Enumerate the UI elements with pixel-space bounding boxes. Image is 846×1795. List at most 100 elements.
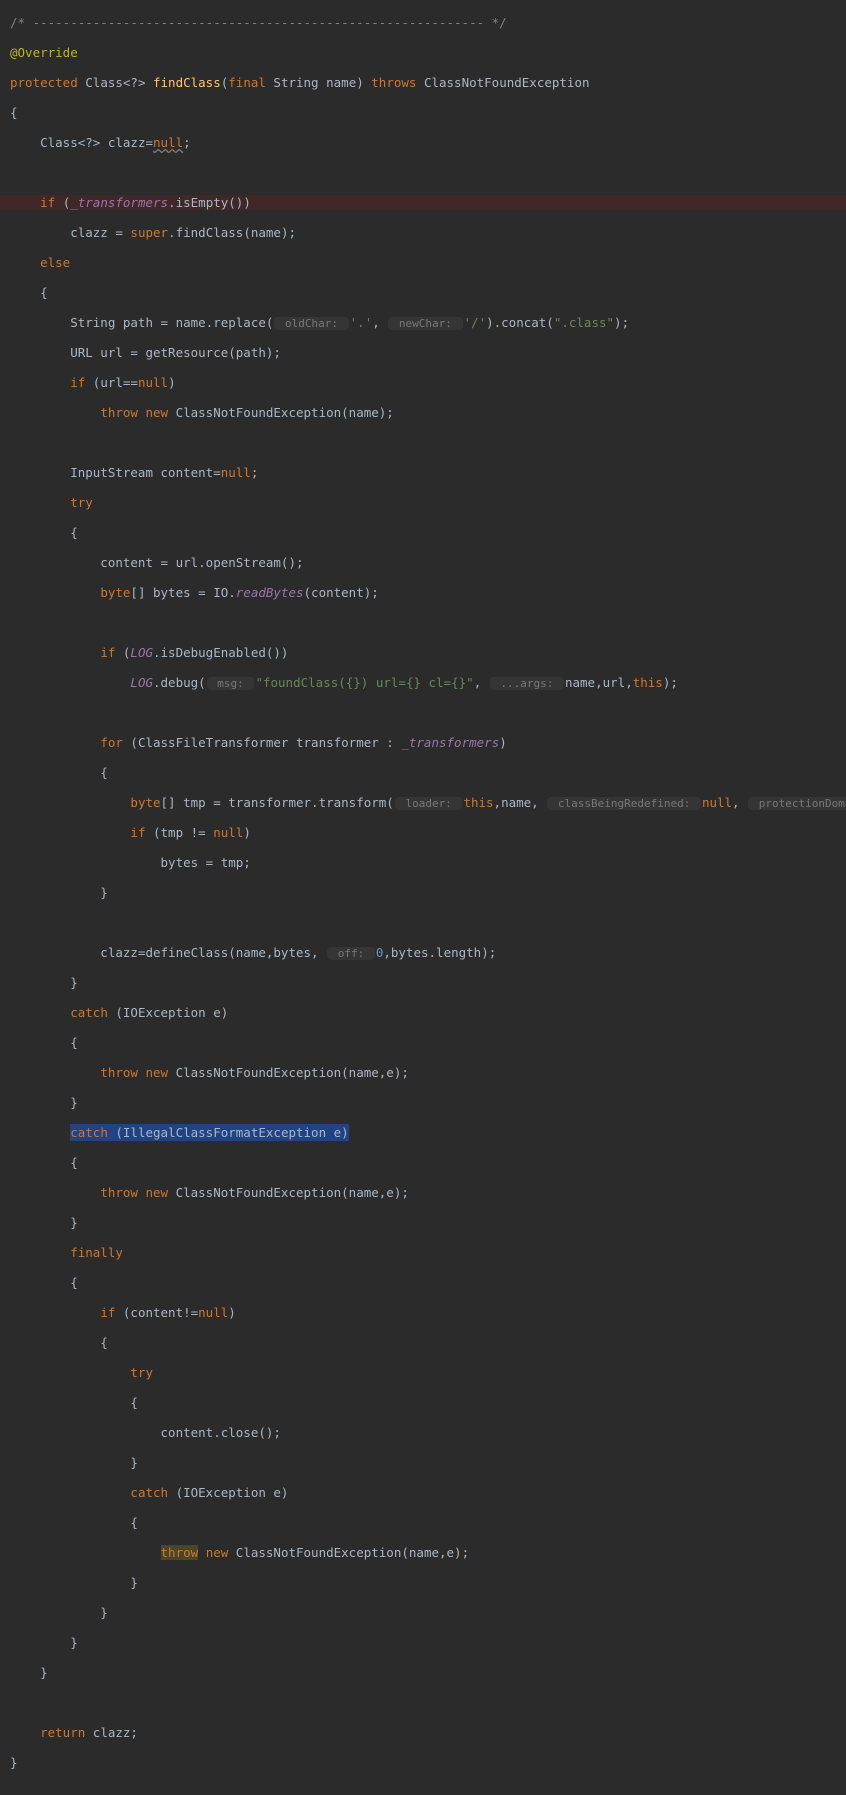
kw-for: for <box>100 735 130 750</box>
token: ClassNotFoundException(name,e); <box>176 1185 409 1200</box>
brace: } <box>10 1455 138 1470</box>
indent <box>10 1485 130 1500</box>
code-line: byte[] tmp = transformer.transform( load… <box>0 795 846 810</box>
token: content = url.openStream(); <box>10 555 304 570</box>
indent <box>10 375 70 390</box>
brace: { <box>10 1275 78 1290</box>
token: [] bytes = IO. <box>130 585 235 600</box>
static-field: LOG <box>130 645 153 660</box>
indent <box>10 1305 100 1320</box>
kw-catch: catch <box>130 1485 175 1500</box>
field-ref: _transformers <box>70 195 168 210</box>
code-line: catch (IllegalClassFormatException e) <box>0 1125 846 1140</box>
selection[interactable]: catch (IllegalClassFormatException e) <box>70 1124 348 1141</box>
token: ClassNotFoundException(name,e); <box>176 1065 409 1080</box>
kw-byte: byte <box>100 585 130 600</box>
code-line <box>0 1695 846 1710</box>
param-hint: newChar: <box>388 317 462 330</box>
highlight-usage: throw <box>161 1545 199 1560</box>
token: ) <box>228 1305 236 1320</box>
brace: { <box>10 765 108 780</box>
code-line: if (tmp != null) <box>0 825 846 840</box>
code-line: { <box>0 765 846 780</box>
token: .findClass(name); <box>168 225 296 240</box>
token: ); <box>614 315 629 330</box>
token: clazz=defineClass(name,bytes, <box>10 945 326 960</box>
brace: } <box>10 1755 18 1770</box>
indent <box>10 1125 70 1140</box>
code-line: String path = name.replace( oldChar: '.'… <box>0 315 846 330</box>
code-line: return clazz; <box>0 1725 846 1740</box>
comment: /* -------------------------------------… <box>10 15 507 30</box>
code-line: { <box>0 1395 846 1410</box>
kw-if: if <box>130 825 153 840</box>
code-line: protected Class<?> findClass(final Strin… <box>0 75 846 90</box>
code-line: throw new ClassNotFoundException(name); <box>0 405 846 420</box>
indent <box>10 735 100 750</box>
token: [] tmp = transformer.transform( <box>161 795 394 810</box>
token: ,name, <box>494 795 547 810</box>
token <box>10 135 40 150</box>
indent <box>10 585 100 600</box>
kw-if: if <box>100 1305 123 1320</box>
code-line: throw new ClassNotFoundException(name,e)… <box>0 1065 846 1080</box>
token: ClassNotFoundException(name,e); <box>236 1545 469 1560</box>
token: (ClassFileTransformer transformer : <box>130 735 401 750</box>
code-line: byte[] bytes = IO.readBytes(content); <box>0 585 846 600</box>
code-line: bytes = tmp; <box>0 855 846 870</box>
code-line: { <box>0 1515 846 1530</box>
param-hint: loader: <box>395 797 463 810</box>
indent <box>10 405 100 420</box>
param-hint: classBeingRedefined: <box>547 797 701 810</box>
number-literal: 0 <box>376 945 384 960</box>
code-line: throw new ClassNotFoundException(name,e)… <box>0 1545 846 1560</box>
brace: { <box>10 525 78 540</box>
token: (content!= <box>123 1305 198 1320</box>
token: , <box>732 795 747 810</box>
kw-null: null <box>213 825 243 840</box>
kw-final: final <box>228 75 266 90</box>
kw-null: null <box>198 1305 228 1320</box>
param-hint: msg: <box>207 677 255 690</box>
kw-return: return <box>40 1725 93 1740</box>
code-line: } <box>0 1605 846 1620</box>
token: String name) <box>266 75 371 90</box>
brace: { <box>10 1035 78 1050</box>
code-line: InputStream content=null; <box>0 465 846 480</box>
code-line: throw new ClassNotFoundException(name,e)… <box>0 1185 846 1200</box>
code-line: Class<?> clazz=null; <box>0 135 846 150</box>
brace: } <box>10 1605 108 1620</box>
indent <box>10 1545 161 1560</box>
token: , <box>372 315 387 330</box>
code-line: try <box>0 1365 846 1380</box>
code-line: else <box>0 255 846 270</box>
code-line: } <box>0 1665 846 1680</box>
code-line <box>0 165 846 180</box>
kw-if: if <box>70 375 93 390</box>
kw-try: try <box>10 1365 153 1380</box>
kw-else: else <box>10 255 70 270</box>
semicolon: ; <box>183 135 191 150</box>
indent <box>10 675 130 690</box>
token: InputStream content= <box>10 465 221 480</box>
code-line: } <box>0 1635 846 1650</box>
kw-new: new <box>206 1545 236 1560</box>
code-line: } <box>0 1455 846 1470</box>
kw-throws: throws <box>371 75 416 90</box>
token: content.close(); <box>10 1425 281 1440</box>
code-line: catch (IOException e) <box>0 1485 846 1500</box>
code-line: finally <box>0 1245 846 1260</box>
static-method: readBytes <box>236 585 304 600</box>
token: (tmp != <box>153 825 213 840</box>
token: ClassNotFoundException <box>416 75 589 90</box>
kw-protected: protected <box>10 75 78 90</box>
code-line: if (LOG.isDebugEnabled()) <box>0 645 846 660</box>
code-line: } <box>0 1095 846 1110</box>
brace: } <box>10 1635 78 1650</box>
brace: { <box>10 285 48 300</box>
token: Class<?> clazz= <box>40 135 153 150</box>
code-line: if (content!=null) <box>0 1305 846 1320</box>
param-hint: oldChar: <box>274 317 348 330</box>
code-line <box>0 435 846 450</box>
token: String path = name.replace( <box>10 315 273 330</box>
